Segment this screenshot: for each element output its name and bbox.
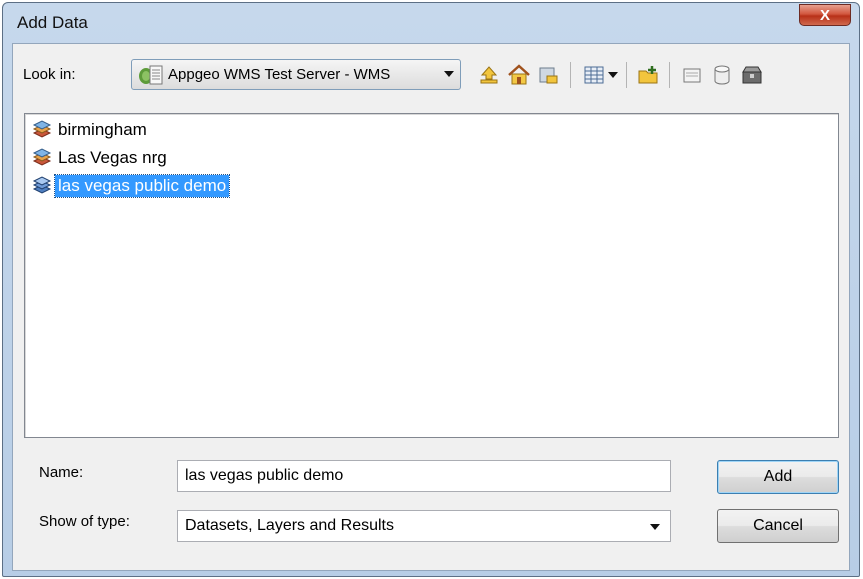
chevron-down-icon <box>608 72 618 78</box>
add-data-dialog: Add Data X Look in: Appgeo WMS Test Serv… <box>2 2 860 577</box>
show-of-type-label: Show of type: <box>39 513 130 530</box>
name-label: Name: <box>39 464 84 481</box>
home-icon[interactable] <box>506 62 532 88</box>
show-of-type-value: Datasets, Layers and Results <box>185 517 394 534</box>
cancel-button[interactable]: Cancel <box>717 509 839 543</box>
toolbar-separator <box>626 62 627 88</box>
up-one-level-icon[interactable] <box>476 62 502 88</box>
wms-layer-icon <box>29 174 55 198</box>
chevron-down-icon[interactable] <box>650 524 660 530</box>
wms-server-icon <box>138 64 164 86</box>
list-item[interactable]: birmingham <box>29 118 150 142</box>
wms-layer-icon <box>29 118 55 142</box>
file-list[interactable]: birmingham Las Vegas nrg las vegas publi… <box>24 113 839 438</box>
new-folder-icon[interactable] <box>636 62 662 88</box>
wms-layer-icon <box>29 146 55 170</box>
list-item[interactable]: Las Vegas nrg <box>29 146 170 170</box>
toolbox-icon[interactable] <box>739 62 765 88</box>
toolbar-separator <box>669 62 670 88</box>
chevron-down-icon[interactable] <box>444 71 454 77</box>
look-in-value: Appgeo WMS Test Server - WMS <box>168 66 391 83</box>
list-item-label: las vegas public demo <box>53 174 231 198</box>
dialog-body: Look in: Appgeo WMS Test Server - WMS bi… <box>12 43 850 571</box>
title-bar[interactable]: Add Data X <box>3 3 859 39</box>
close-button[interactable]: X <box>799 4 851 26</box>
view-dropdown-icon[interactable] <box>606 62 620 88</box>
close-icon: X <box>819 6 830 24</box>
add-button[interactable]: Add <box>717 460 839 494</box>
name-field[interactable] <box>177 460 671 492</box>
show-of-type-dropdown[interactable]: Datasets, Layers and Results <box>177 510 671 542</box>
list-item-label: birmingham <box>58 120 147 139</box>
look-in-dropdown[interactable]: Appgeo WMS Test Server - WMS <box>131 59 461 90</box>
new-server-icon[interactable] <box>679 62 705 88</box>
cancel-button-label: Cancel <box>753 517 803 534</box>
connect-folder-icon[interactable] <box>536 62 562 88</box>
list-view-icon[interactable] <box>581 62 607 88</box>
toolbar-separator <box>570 62 571 88</box>
list-item-label: Las Vegas nrg <box>58 148 167 167</box>
look-in-label: Look in: <box>23 66 76 83</box>
dialog-title: Add Data <box>17 13 88 32</box>
add-button-label: Add <box>763 468 793 485</box>
list-item-selected[interactable]: las vegas public demo <box>29 174 231 198</box>
new-database-icon[interactable] <box>709 62 735 88</box>
